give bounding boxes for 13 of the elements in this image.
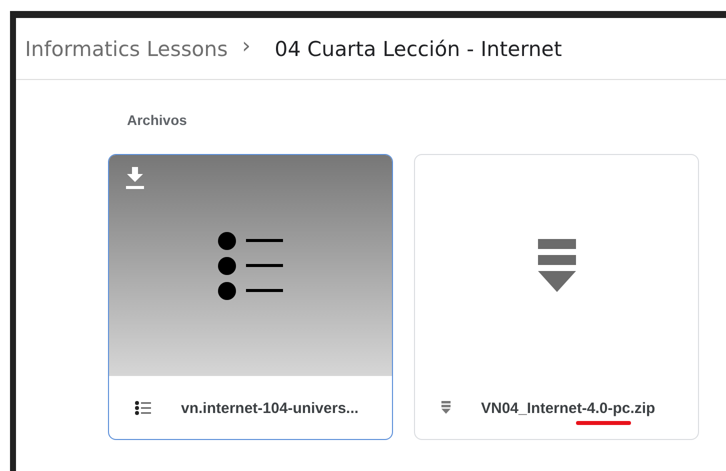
archive-icon	[538, 238, 576, 292]
file-card[interactable]: vn.internet-104-univers...	[108, 154, 393, 440]
list-icon	[218, 232, 284, 300]
archive-icon	[441, 401, 451, 414]
breadcrumb-link[interactable]: Informatics Lessons	[25, 36, 228, 60]
page-title: 04 Cuarta Lección - Internet	[274, 36, 562, 60]
file-card[interactable]: VN04_Internet-4.0-pc.zip	[414, 154, 699, 440]
download-icon[interactable]	[125, 167, 145, 189]
breadcrumb-separator: ›	[242, 34, 251, 59]
file-name: VN04_Internet-4.0-pc.zip	[481, 400, 656, 417]
file-name: vn.internet-104-univers...	[181, 400, 359, 417]
list-icon	[135, 400, 151, 414]
section-title: Archivos	[127, 112, 188, 128]
